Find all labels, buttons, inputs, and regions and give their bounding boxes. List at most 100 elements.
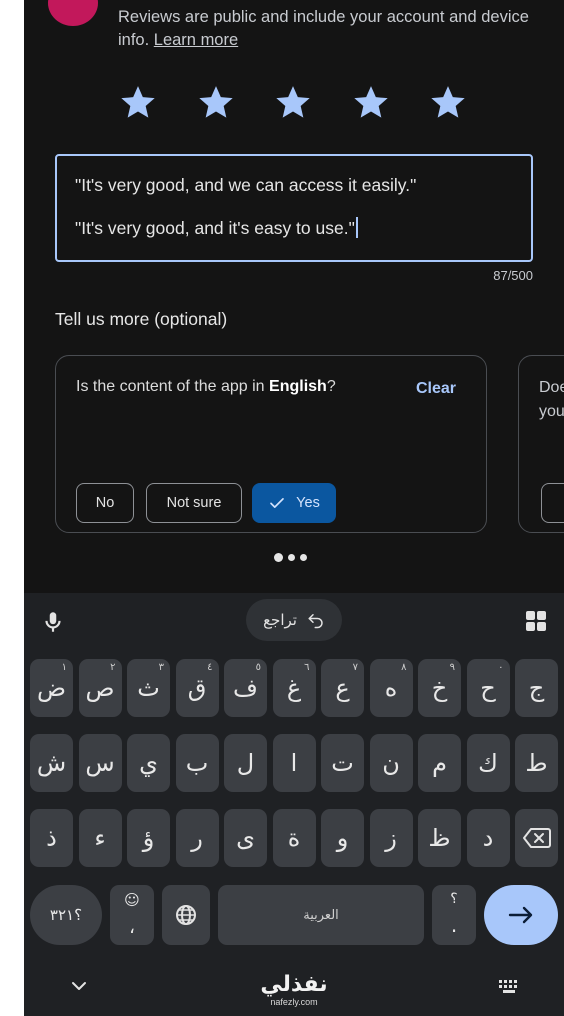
row1-key-3[interactable]: ث٣ <box>127 659 170 717</box>
key-char: ه <box>384 674 398 702</box>
key-char: ة <box>287 824 301 852</box>
key-hint: ٧ <box>352 662 358 673</box>
watermark-text: نفذلي <box>260 972 328 997</box>
row3-key-8[interactable]: ز <box>369 809 413 867</box>
numbers-key[interactable]: ؟٣٢١ <box>30 885 102 945</box>
watermark-logo: نفذلي nafezly.com <box>246 972 342 1008</box>
row2-key-6[interactable]: ا <box>272 734 316 792</box>
answer-not-sure-label: Not sure <box>166 495 222 511</box>
answer-yes-chip[interactable]: Yes <box>252 483 336 523</box>
row1-key-5[interactable]: ف٥ <box>224 659 267 717</box>
emoji-key[interactable]: ☺ ، <box>110 885 154 945</box>
next-question-card[interactable]: Doe you <box>518 355 564 533</box>
review-text-field[interactable]: "It's very good, and we can access it ea… <box>55 154 533 262</box>
row1-key-7[interactable]: ع٧ <box>321 659 364 717</box>
pager-dot-2 <box>288 554 295 561</box>
answer-no-label: No <box>95 495 115 511</box>
row1-key-2[interactable]: ص٢ <box>78 659 122 717</box>
question-mark-label: ؟ <box>450 891 458 907</box>
period-key[interactable]: ؟ . <box>432 885 476 945</box>
row3-key-3[interactable]: ؤ <box>127 809 170 867</box>
key-char: خ <box>431 674 448 702</box>
row3-key-10[interactable]: د <box>466 809 510 867</box>
pager-dot-3 <box>300 554 307 561</box>
row3-key-7[interactable]: و <box>321 809 364 867</box>
question-language: English <box>269 378 327 395</box>
star-2-icon[interactable] <box>196 82 236 122</box>
avatar-letter: M <box>48 0 98 2</box>
key-char: ح <box>480 674 496 702</box>
star-3-icon[interactable] <box>273 82 313 122</box>
next-question-line-1: Doe <box>539 379 564 396</box>
key-hint: ٩ <box>449 662 455 673</box>
row1-key-11[interactable]: ج <box>515 659 558 717</box>
key-char: ا <box>290 749 298 777</box>
answer-not-sure-chip[interactable]: Not sure <box>146 483 242 523</box>
microphone-icon[interactable] <box>40 609 66 635</box>
undo-button[interactable]: تراجع <box>246 599 342 641</box>
star-4-icon[interactable] <box>351 82 391 122</box>
key-char: ء <box>94 824 106 852</box>
key-char: ث <box>137 674 160 702</box>
learn-more-link[interactable]: Learn more <box>154 31 238 49</box>
row3-key-9[interactable]: ظ <box>418 809 461 867</box>
key-char: ز <box>385 824 397 852</box>
row3-key-6[interactable]: ة <box>272 809 316 867</box>
text-caret <box>355 217 358 238</box>
row2-key-10[interactable]: ك <box>466 734 510 792</box>
clear-button[interactable]: Clear <box>416 380 456 398</box>
key-hint: ٠ <box>498 662 504 673</box>
tell-more-heading: Tell us more (optional) <box>55 309 228 329</box>
keyboard-switch-icon[interactable] <box>498 979 520 995</box>
question-text: Is the content of the app in English? <box>76 376 376 398</box>
backspace-key[interactable] <box>515 809 558 867</box>
row1-key-8[interactable]: ه٨ <box>369 659 413 717</box>
row2-key-1[interactable]: ش <box>30 734 73 792</box>
period-label: . <box>450 913 458 937</box>
key-hint: ٤ <box>207 662 213 673</box>
key-char: ى <box>236 824 255 852</box>
chevron-down-icon[interactable] <box>70 979 88 993</box>
space-key[interactable]: العربية <box>218 885 424 945</box>
row2-key-3[interactable]: ي <box>127 734 170 792</box>
row2-key-2[interactable]: س <box>78 734 122 792</box>
key-char: ر <box>191 824 203 852</box>
enter-key[interactable] <box>484 885 558 945</box>
row3-key-5[interactable]: ى <box>224 809 267 867</box>
key-char: ي <box>139 749 158 777</box>
star-1-icon[interactable] <box>118 82 158 122</box>
key-char: غ <box>286 674 302 702</box>
key-char: ت <box>331 749 354 777</box>
key-char: ج <box>528 674 545 702</box>
key-hint: ٣ <box>158 662 164 673</box>
row1-key-1[interactable]: ض١ <box>30 659 73 717</box>
row3-key-2[interactable]: ء <box>78 809 122 867</box>
key-char: و <box>336 824 349 852</box>
row3-key-4[interactable]: ر <box>175 809 219 867</box>
star-5-icon[interactable] <box>428 82 468 122</box>
key-char: ذ <box>46 824 57 852</box>
row1-key-4[interactable]: ق٤ <box>175 659 219 717</box>
row1-key-9[interactable]: خ٩ <box>418 659 461 717</box>
row2-key-11[interactable]: ط <box>515 734 558 792</box>
row1-key-10[interactable]: ح٠ <box>466 659 510 717</box>
row2-key-4[interactable]: ب <box>175 734 219 792</box>
row2-key-9[interactable]: م <box>418 734 461 792</box>
app-screen: M Reviews are public and include your ac… <box>24 0 564 1016</box>
answer-no-chip[interactable]: No <box>76 483 134 523</box>
key-char: ص <box>85 674 115 702</box>
emoji-icon: ☺ <box>124 891 140 909</box>
key-hint: ٥ <box>255 662 261 673</box>
key-char: ط <box>525 749 548 777</box>
row2-key-8[interactable]: ن <box>369 734 413 792</box>
row2-key-5[interactable]: ل <box>224 734 267 792</box>
apps-grid-icon[interactable] <box>524 609 548 633</box>
next-question-chip <box>541 483 564 523</box>
key-char: ض <box>36 674 66 702</box>
question-prefix: Is the content of the app in <box>76 378 270 395</box>
row1-key-6[interactable]: غ٦ <box>272 659 316 717</box>
globe-icon[interactable] <box>162 885 210 945</box>
arabic-keyboard: تراجع ض١ص٢ث٣ق٤ف٥غ٦ع٧ه٨خ٩ح٠ج شسيبلاتنمكط … <box>24 593 564 1016</box>
row2-key-7[interactable]: ت <box>321 734 364 792</box>
row3-key-1[interactable]: ذ <box>30 809 73 867</box>
